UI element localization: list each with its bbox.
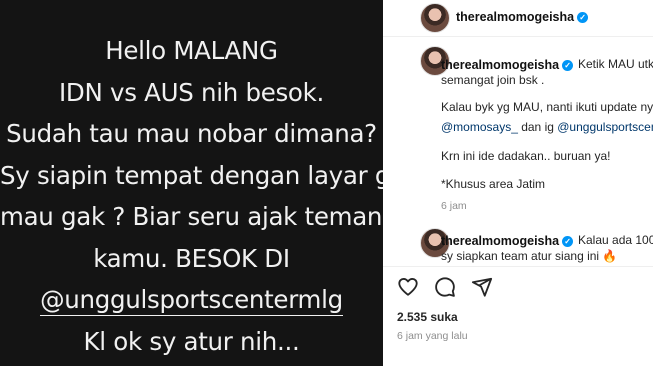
story-media: Hello MALANG IDN vs AUS nih besok. Sudah… bbox=[0, 0, 383, 366]
comment-icon[interactable] bbox=[434, 276, 456, 298]
story-line: kamu. BESOK DI bbox=[93, 243, 290, 273]
like-count[interactable]: 2.535 suka bbox=[397, 310, 458, 324]
comment-text: semangat join bsk . bbox=[441, 73, 545, 87]
story-line: Kl ok sy atur nih... bbox=[83, 326, 300, 356]
story-line: IDN vs AUS nih besok. bbox=[59, 77, 324, 107]
comment-text: *Khusus area Jatim bbox=[441, 177, 546, 191]
story-line: Sy siapin tempat dengan layar gede bbox=[0, 160, 383, 190]
story-text: Hello MALANG IDN vs AUS nih besok. Sudah… bbox=[0, 30, 383, 362]
post-panel: therealmomogeisha ✓ therealmomogeisha ✓ Ke… bbox=[383, 0, 653, 366]
story-line: mau gak ? Biar seru ajak teman2 bbox=[0, 202, 383, 231]
story-line: Sudah tau mau nobar dimana? bbox=[6, 119, 377, 148]
verified-icon: ✓ bbox=[577, 12, 589, 23]
story-mention: @unggulsportscentermlg bbox=[40, 285, 343, 316]
comment-text: sy siapkan team atur siang ini 🔥 bbox=[441, 249, 618, 263]
mention-link[interactable]: @momosays_ bbox=[441, 120, 518, 134]
heart-icon[interactable] bbox=[397, 276, 419, 298]
comment-text: dan ig bbox=[517, 120, 558, 134]
comment-text: Kalau byk yg MAU, nanti ikuti update nya bbox=[441, 100, 653, 114]
comment-text-mentions: @momosays_ dan ig @unggulsportscenter bbox=[441, 117, 653, 137]
divider bbox=[383, 266, 653, 267]
comment-text: Krn ini ide dadakan.. buruan ya! bbox=[441, 149, 611, 163]
story-line: Hello MALANG bbox=[105, 36, 278, 65]
comment-text: Ketik MAU utk yg bbox=[578, 57, 653, 71]
header-username-text[interactable]: therealmomogeisha bbox=[456, 10, 574, 24]
share-icon[interactable] bbox=[471, 276, 493, 298]
post-header: therealmomogeisha ✓ bbox=[383, 0, 653, 37]
mention-link[interactable]: @unggulsportscenter bbox=[557, 120, 653, 134]
header-username[interactable]: therealmomogeisha ✓ bbox=[456, 10, 589, 24]
comment-timestamp[interactable]: 6 jam bbox=[441, 200, 467, 212]
avatar[interactable] bbox=[420, 3, 450, 33]
verified-icon: ✓ bbox=[562, 60, 574, 71]
story-line-mention: @unggulsportscentermlg bbox=[0, 279, 383, 321]
post-timestamp[interactable]: 6 jam yang lalu bbox=[397, 330, 468, 342]
